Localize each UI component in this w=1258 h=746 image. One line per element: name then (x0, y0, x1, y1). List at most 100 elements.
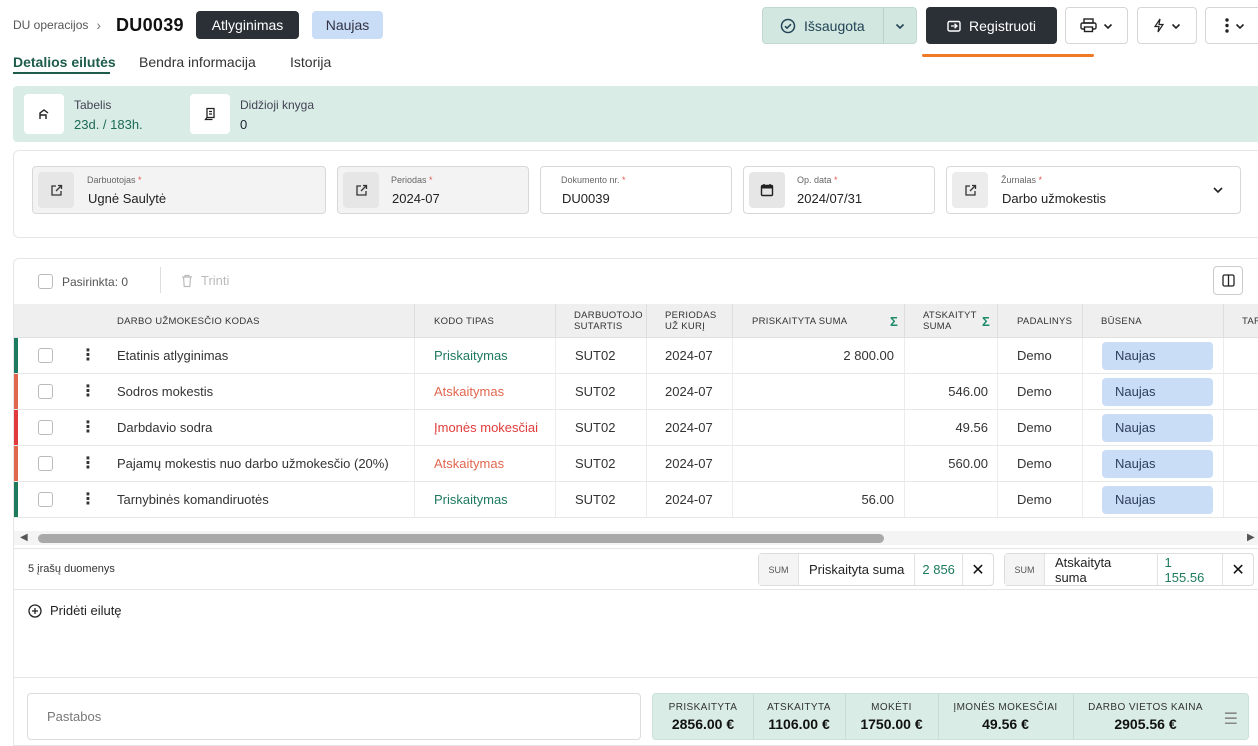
calendar-icon[interactable] (749, 172, 785, 208)
col-header-deducted[interactable]: Atskaityt suma (923, 304, 978, 338)
row-contract: SUT02 (575, 384, 616, 399)
col-header-contract[interactable]: Darbuotojo sutartis (574, 304, 646, 338)
row-menu-icon[interactable]: ⋮ (80, 347, 96, 363)
add-row-label: Pridėti eilutę (50, 603, 122, 618)
row-menu-icon[interactable]: ⋮ (80, 383, 96, 399)
close-icon[interactable]: ✕ (1223, 560, 1253, 580)
external-link-icon[interactable] (38, 172, 74, 208)
col-header-type[interactable]: Kodo tipas (434, 304, 494, 338)
row-menu-icon[interactable]: ⋮ (80, 455, 96, 471)
row-status: Naujas (1102, 449, 1213, 478)
total-label: Priskaityta (668, 701, 738, 713)
journal-select[interactable]: Žurnalas * Darbo užmokestis (946, 166, 1241, 214)
ledger-value: 0 (240, 117, 248, 132)
divider (14, 548, 1258, 549)
row-checkbox[interactable] (38, 420, 53, 435)
plus-circle-icon (28, 603, 42, 618)
row-code: Tarnybinės komandiruotės (117, 492, 269, 507)
printer-icon (1080, 18, 1097, 33)
external-link-icon[interactable] (343, 172, 379, 208)
employee-label: Darbuotojas * (87, 175, 142, 185)
row-period: 2024-07 (665, 456, 713, 471)
row-menu-icon[interactable]: ⋮ (80, 419, 96, 435)
document-number-value: DU0039 (562, 191, 610, 206)
page-title: DU0039 (116, 15, 184, 35)
row-period: 2024-07 (665, 492, 713, 507)
delete-button[interactable]: Trinti (181, 273, 229, 288)
scrollbar-thumb[interactable] (38, 534, 884, 543)
table-row[interactable]: ⋮ Pajamų mokestis nuo darbo užmokesčio (… (14, 446, 1258, 482)
total-label: Mokėti (871, 701, 912, 713)
actions-menu-button[interactable] (1137, 7, 1197, 44)
sum-deducted-value: 1 155.56 (1158, 554, 1224, 585)
col-header-next[interactable]: Tar (1242, 304, 1258, 338)
row-period: 2024-07 (665, 348, 713, 363)
row-type-stripe (14, 446, 18, 481)
operation-date-field[interactable]: Op. data * 2024/07/31 (743, 166, 935, 214)
add-row-button[interactable]: Pridėti eilutę (28, 603, 122, 618)
notes-input[interactable]: Pastabos (27, 693, 641, 740)
row-status: Naujas (1102, 485, 1213, 514)
timesheet-icon[interactable] (24, 94, 64, 134)
operation-date-label: Op. data * (797, 175, 838, 185)
sigma-icon[interactable]: Σ (976, 304, 990, 338)
selected-count: Pasirinkta: 0 (62, 275, 129, 289)
totals-summary: Priskaityta 2856.00 € Atskaityta 1106.00… (652, 693, 1249, 740)
row-checkbox[interactable] (38, 384, 53, 399)
employee-value: Ugnė Saulytė (88, 191, 167, 206)
tab-general-info[interactable]: Bendra informacija (139, 54, 256, 70)
print-menu-button[interactable] (1065, 7, 1128, 44)
row-deducted: 560.00 (948, 456, 988, 471)
sigma-icon[interactable]: Σ (884, 304, 898, 338)
row-type: Atskaitymas (434, 384, 505, 399)
table-row[interactable]: ⋮ Darbdavio sodra Įmonės mokesčiai SUT02… (14, 410, 1258, 446)
ledger-icon[interactable] (190, 94, 230, 134)
col-header-period[interactable]: Periodas už kurį (665, 304, 725, 338)
journal-label: Žurnalas * (1001, 175, 1043, 185)
table-row[interactable]: ⋮ Tarnybinės komandiruotės Priskaitymas … (14, 482, 1258, 518)
chevron-down-icon (1235, 23, 1245, 29)
select-all-checkbox[interactable] (38, 274, 53, 289)
row-checkbox[interactable] (38, 348, 53, 363)
tab-history[interactable]: Istorija (290, 54, 331, 70)
scroll-right-icon[interactable]: ▶ (1247, 532, 1255, 543)
row-deducted: 546.00 (948, 384, 988, 399)
saved-button[interactable]: Išsaugota (763, 8, 884, 43)
table-row[interactable]: ⋮ Etatinis atlyginimas Priskaitymas SUT0… (14, 338, 1258, 374)
sum-deducted-chip: SUM Atskaityta suma 1 155.56 ✕ (1004, 553, 1254, 586)
table-row[interactable]: ⋮ Sodros mokestis Atskaitymas SUT02 2024… (14, 374, 1258, 410)
employee-field[interactable]: Darbuotojas * Ugnė Saulytė (32, 166, 326, 214)
external-link-icon[interactable] (952, 172, 988, 208)
register-label: Registruoti (969, 17, 1036, 34)
row-accrued (732, 374, 894, 409)
breadcrumb-link[interactable]: DU operacijos (13, 18, 88, 32)
row-unit: Demo (1017, 456, 1052, 471)
col-header-code[interactable]: Darbo užmokesčio kodas (117, 304, 260, 338)
document-number-field[interactable]: Dokumento nr. * DU0039 (540, 166, 732, 214)
hamburger-icon[interactable]: ☰ (1224, 709, 1238, 729)
chevron-down-icon (1171, 23, 1181, 29)
period-value: 2024-07 (392, 191, 440, 206)
row-checkbox[interactable] (38, 456, 53, 471)
columns-toggle-button[interactable] (1213, 266, 1243, 295)
chevron-down-icon[interactable] (1212, 184, 1224, 199)
row-type-stripe (14, 374, 18, 409)
close-icon[interactable]: ✕ (963, 560, 993, 580)
register-button[interactable]: Registruoti (926, 7, 1057, 44)
more-menu-button[interactable] (1205, 7, 1258, 44)
row-type-stripe (14, 410, 18, 445)
col-header-unit[interactable]: Padalinys (1017, 304, 1072, 338)
total-value: 1106.00 € (768, 715, 830, 732)
col-header-status[interactable]: Būsena (1101, 304, 1142, 338)
chevron-down-icon[interactable] (884, 21, 916, 31)
row-checkbox[interactable] (38, 492, 53, 507)
tab-detail-lines[interactable]: Detalios eilutės (13, 54, 116, 70)
period-field[interactable]: Periodas * 2024-07 (337, 166, 529, 214)
total-label: Įmonės mokesčiai (953, 701, 1058, 713)
timesheet-value[interactable]: 23d. / 183h. (74, 117, 143, 132)
record-count: 5 įrašų duomenys (28, 563, 115, 575)
total-company-taxes: Įmonės mokesčiai 49.56 € (938, 694, 1073, 739)
row-menu-icon[interactable]: ⋮ (80, 491, 96, 507)
col-header-accrued[interactable]: Priskaityta suma (752, 304, 847, 338)
scroll-left-icon[interactable]: ◀ (20, 532, 28, 543)
